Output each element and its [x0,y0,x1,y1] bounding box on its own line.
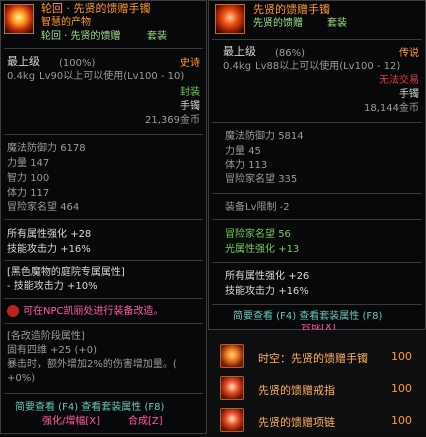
stat-strength: 力量 45 [225,146,261,157]
npc-reform-note: 可在NPC凯丽处进行装备改造。 [23,306,164,317]
footer-shortcuts: 简要查看 (F4) 查看套装属性 (F8) [15,402,165,413]
reform-stage-title: [各改造阶段属性] [7,331,85,342]
grade-label: 最上级 [7,55,40,68]
reform-line-3: +0%) [7,373,36,384]
reform-line-1: 固有四维 +25 (+0) [7,345,98,356]
list-item[interactable]: 先贤的馈赠项链 100 [208,406,426,437]
exclusive-attr-title: [黑色魔物的庭院专属属性] [7,267,125,278]
price-label: 18,144金币 [364,103,419,114]
list-item[interactable]: 时空：先贤的馈赠手镯 100 [208,342,426,373]
stat-magic-defense: 魔法防御力 6178 [7,143,86,154]
set-tag: 套装 [327,18,347,29]
inventory-item-list: 时空：先贤的馈赠手镯 100 先贤的馈赠戒指 100 先贤的馈赠项链 100 [208,330,426,434]
list-item-name: 先贤的馈赠戒指 [258,384,335,397]
list-item-name: 时空：先贤的馈赠手镯 [258,352,368,365]
list-item-quantity: 100 [391,414,412,427]
grade-label: 最上级 [223,45,256,58]
all-element-boost: 所有属性强化 +26 [225,271,310,282]
exclusive-attr-line: - 技能攻击力 +10% [7,281,98,292]
stat-vitality: 体力 117 [7,188,50,199]
level-requirement: Lv90以上可以使用(Lv100 - 10) [39,71,185,82]
set-name: 先贤的馈赠 [253,18,303,29]
rarity-label: 史诗 [180,58,200,69]
seal-label: 封装 [180,87,200,98]
skill-attack: 技能攻击力 +16% [225,286,309,297]
rarity-label: 传说 [399,48,419,59]
set-tag: 套装 [147,31,167,42]
stat-magic-defense: 魔法防御力 5814 [225,131,304,142]
stat-fame: 冒险家名望 464 [7,202,80,213]
item-subtitle: 智慧的产物 [41,17,91,28]
bracelet-icon [220,344,244,368]
warning-icon [7,305,19,317]
bonus-fame: 冒险家名望 56 [225,229,291,240]
price-label: 21,369金币 [145,115,200,126]
item-title: 先贤的馈赠手镯 [253,3,330,16]
list-item[interactable]: 先贤的馈赠戒指 100 [208,374,426,405]
skill-attack: 技能攻击力 +16% [7,244,91,255]
grade-percent: (86%) [275,48,306,59]
ring-icon [220,376,244,400]
stat-strength: 力量 147 [7,158,50,169]
equip-level-limit: 装备Lv限制 -2 [225,202,290,213]
synthesize-shortcut: 合成[Z] [128,416,163,427]
stat-fame: 冒险家名望 335 [225,174,298,185]
item-icon-bracelet [215,4,245,34]
footer-shortcuts: 简要查看 (F4) 查看套装属性 (F8) [233,311,383,322]
slot-label: 手镯 [399,89,419,100]
stat-vitality: 体力 113 [225,160,268,171]
trade-status: 无法交易 [379,75,419,86]
list-item-quantity: 100 [391,382,412,395]
set-name: 轮回 · 先贤的馈赠 [41,31,121,42]
light-element-boost: 光属性强化 +13 [225,244,300,255]
left-item-tooltip: 轮回 · 先贤的馈赠手镯 智慧的产物 轮回 · 先贤的馈赠 套装 最上级 (10… [0,0,207,434]
list-item-name: 先贤的馈赠项链 [258,416,335,429]
necklace-icon [220,408,244,432]
level-requirement: Lv88以上可以使用(Lv100 - 12) [255,61,401,72]
list-item-quantity: 100 [391,350,412,363]
item-title: 轮回 · 先贤的馈赠手镯 [41,2,151,15]
item-icon-bracelet [4,4,34,34]
stat-intelligence: 智力 100 [7,173,50,184]
item-weight: 0.4kg [223,61,252,72]
grade-percent: (100%) [59,58,96,69]
all-element-boost: 所有属性强化 +28 [7,229,92,240]
item-weight: 0.4kg [7,71,36,82]
right-item-tooltip: 先贤的馈赠手镯 先贤的馈赠 套装 最上级 (86%) 传说 0.4kg Lv88… [208,0,426,332]
slot-label: 手镯 [180,101,200,112]
enhance-shortcut: 强化/增幅[X] [42,416,101,427]
reform-line-2: 暴击时，额外增加2%的伤害增加量。( [7,359,177,370]
